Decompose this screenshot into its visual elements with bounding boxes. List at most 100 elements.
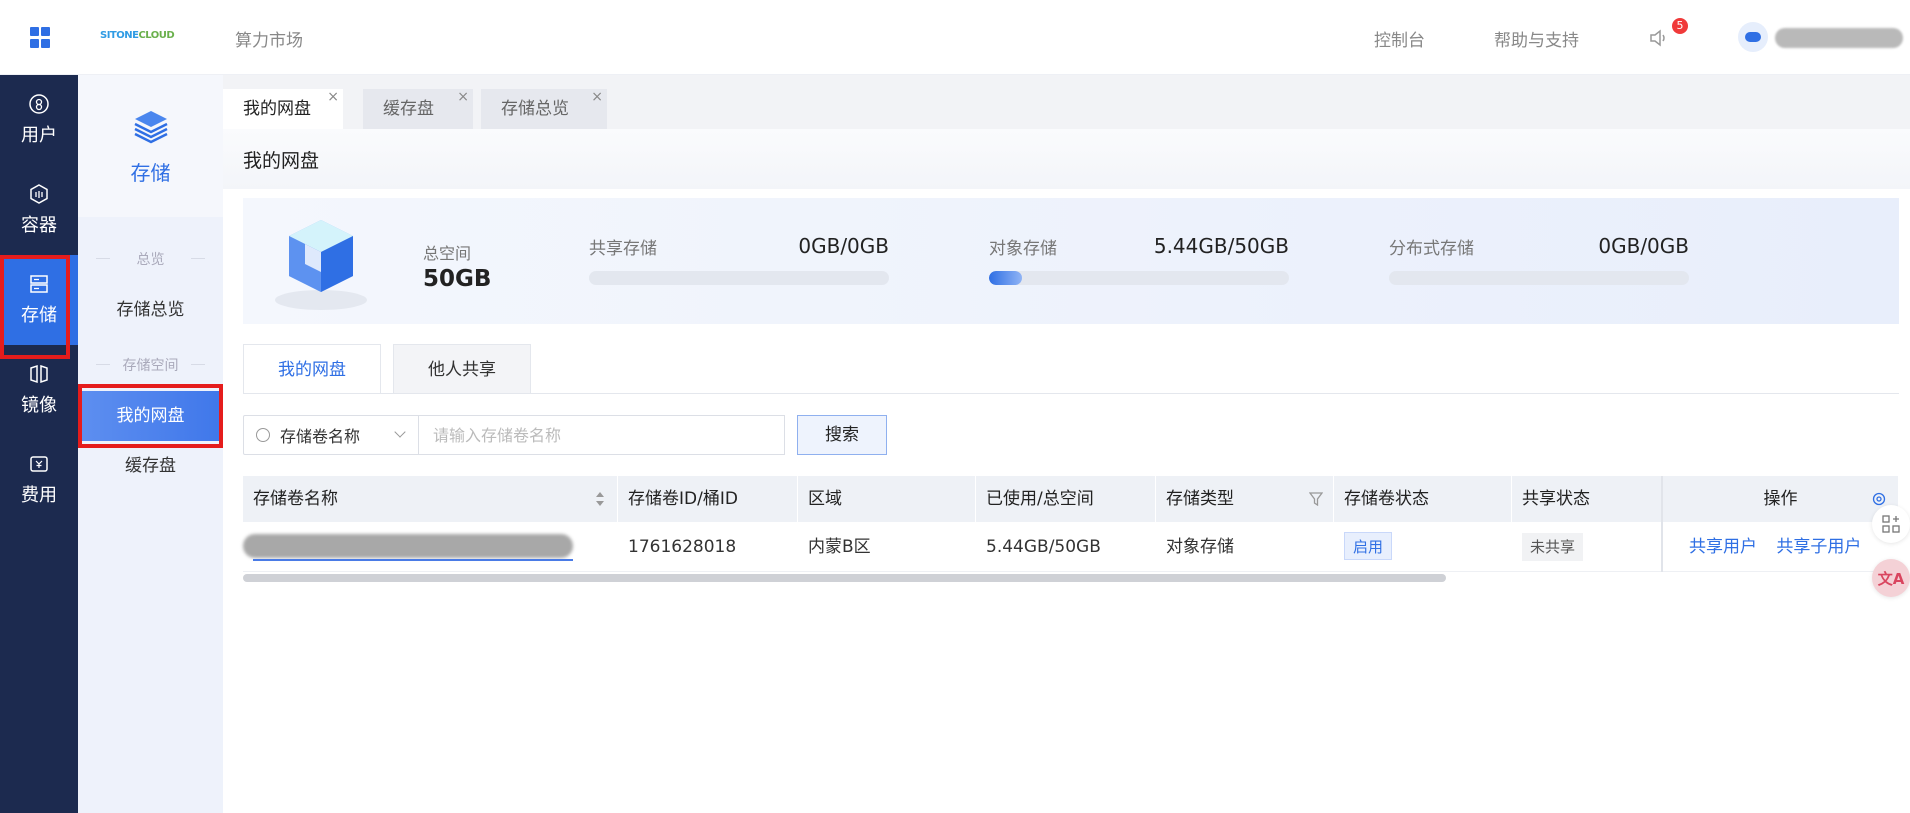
subnav-item-cache[interactable]: 缓存盘 (78, 441, 223, 491)
apps-add-float-button[interactable] (1872, 505, 1910, 543)
stat-object-storage: 对象存储 5.44GB/50GB (989, 234, 1289, 285)
subnav-item-storage-overview[interactable]: 存储总览 (78, 285, 223, 335)
stat-value: 0GB/0GB (798, 234, 889, 258)
notification-badge: 5 (1672, 18, 1688, 34)
group-label-overview: 总览 (78, 249, 223, 269)
column-label: 存储卷名称 (253, 489, 338, 509)
user-icon (29, 94, 49, 114)
sidebar-item-user[interactable]: 用户 (0, 75, 78, 165)
sidebar-item-label: 镜像 (21, 395, 57, 416)
highlight-box (78, 384, 223, 448)
sort-icon[interactable] (595, 491, 605, 507)
share-subuser-link[interactable]: 共享子用户 (1776, 537, 1861, 557)
username-redacted[interactable] (1775, 28, 1903, 48)
avatar[interactable] (1738, 22, 1768, 52)
column-label: 操作 (1763, 489, 1798, 509)
progress-bar (1389, 271, 1689, 285)
table-row: 1761628018 内蒙B区 5.44GB/50GB 对象存储 启用 未共享 … (243, 522, 1899, 572)
tab-label: 我的网盘 (243, 99, 311, 119)
page-tab-bar: 我的网盘 × 缓存盘 × 存储总览 × (223, 75, 1910, 129)
cell-share-status: 未共享 (1512, 522, 1584, 572)
app-grid-icon[interactable] (0, 0, 78, 75)
status-badge: 启用 (1344, 532, 1393, 560)
translate-icon: 文A (1877, 569, 1905, 588)
tab-cache[interactable]: 缓存盘 × (363, 89, 473, 129)
cell-volume-name[interactable] (243, 522, 618, 572)
volume-name-redacted (243, 534, 573, 558)
column-header-storage-type[interactable]: 存储类型 (1156, 476, 1334, 522)
container-icon (30, 184, 48, 204)
search-field-select[interactable]: 存储卷名称 (243, 415, 419, 455)
stat-value: 0GB/0GB (1598, 234, 1689, 258)
tab-my-disk-content[interactable]: 我的网盘 (243, 344, 381, 394)
storage-cube-illustration (275, 220, 367, 310)
close-icon[interactable]: × (591, 77, 603, 117)
horizontal-scrollbar[interactable] (243, 574, 1446, 582)
tab-label: 存储总览 (501, 99, 569, 119)
fixed-column-divider (1661, 476, 1663, 572)
tab-storage-overview[interactable]: 存储总览 × (481, 89, 607, 129)
sidebar-item-image[interactable]: 镜像 (0, 345, 78, 435)
image-icon (30, 364, 48, 384)
speaker-icon[interactable] (1648, 28, 1668, 48)
subnav-header: 存储 (78, 75, 223, 217)
stat-distributed-storage: 分布式存储 0GB/0GB (1389, 234, 1689, 285)
tab-underline (243, 393, 1899, 394)
main-sidebar: 用户 容器 存储 镜像 费用 (0, 75, 78, 813)
cell-region: 内蒙B区 (808, 537, 871, 557)
cell-usage: 5.44GB/50GB (986, 537, 1101, 557)
close-icon[interactable]: × (457, 77, 469, 117)
share-user-link[interactable]: 共享用户 (1689, 537, 1757, 557)
translate-float-button[interactable]: 文A (1872, 559, 1910, 597)
stat-shared-storage: 共享存储 0GB/0GB (589, 234, 889, 285)
storage-cube-icon (133, 110, 168, 143)
filter-icon[interactable] (1309, 492, 1323, 506)
brand-logo[interactable]: SITONECLOUD (100, 30, 175, 41)
tab-my-disk[interactable]: 我的网盘 × (223, 89, 343, 129)
column-header-share-status: 共享状态 (1512, 476, 1662, 522)
link-underline (253, 559, 573, 561)
settings-icon[interactable] (1872, 492, 1886, 506)
share-status-badge: 未共享 (1522, 533, 1584, 561)
sidebar-item-storage[interactable]: 存储 (0, 255, 78, 359)
progress-bar (989, 271, 1289, 285)
billing-icon (30, 456, 48, 472)
page-title: 我的网盘 (243, 150, 320, 172)
search-field-value: 存储卷名称 (280, 427, 361, 446)
sidebar-item-billing[interactable]: 费用 (0, 435, 78, 525)
title-band (223, 129, 1910, 189)
search-input[interactable] (418, 415, 785, 455)
total-space-value: 50GB (423, 266, 492, 292)
cell-actions: 共享用户 共享子用户 (1679, 522, 1875, 572)
apps-add-icon (1882, 515, 1900, 533)
sidebar-item-container[interactable]: 容器 (0, 165, 78, 255)
search-icon (256, 428, 270, 442)
chevron-down-icon (394, 426, 406, 438)
column-header-volume-id: 存储卷ID/桶ID (618, 476, 798, 522)
stat-value: 5.44GB/50GB (1153, 234, 1289, 258)
cell-volume-id: 1761628018 (628, 537, 737, 557)
tab-shared-by-others[interactable]: 他人共享 (393, 344, 531, 394)
column-header-usage: 已使用/总空间 (976, 476, 1156, 522)
tab-label: 缓存盘 (383, 99, 434, 119)
console-link[interactable]: 控制台 (1374, 26, 1425, 51)
column-header-region: 区域 (798, 476, 976, 522)
column-header-volume-status: 存储卷状态 (1334, 476, 1512, 522)
column-label: 存储类型 (1166, 489, 1234, 509)
cell-storage-type: 对象存储 (1166, 537, 1234, 557)
compute-market-link[interactable]: 算力市场 (235, 26, 303, 51)
highlight-box (0, 255, 70, 359)
storage-summary-card: 总空间 50GB 共享存储 0GB/0GB 对象存储 5.44GB/50GB 分… (243, 198, 1899, 324)
progress-bar (589, 271, 889, 285)
cell-volume-status: 启用 (1334, 522, 1393, 572)
column-header-actions: 操作 (1663, 476, 1899, 522)
storage-subnav: 存储 总览 存储总览 存储空间 我的网盘 缓存盘 (78, 75, 223, 813)
cloud-icon (1745, 32, 1761, 42)
subnav-item-my-disk[interactable]: 我的网盘 (78, 384, 223, 448)
close-icon[interactable]: × (327, 77, 339, 117)
subnav-title: 存储 (130, 160, 171, 185)
sidebar-item-label: 用户 (21, 125, 57, 146)
search-button[interactable]: 搜索 (797, 415, 887, 455)
column-header-volume-name[interactable]: 存储卷名称 (243, 476, 618, 522)
help-support-link[interactable]: 帮助与支持 (1494, 26, 1579, 51)
